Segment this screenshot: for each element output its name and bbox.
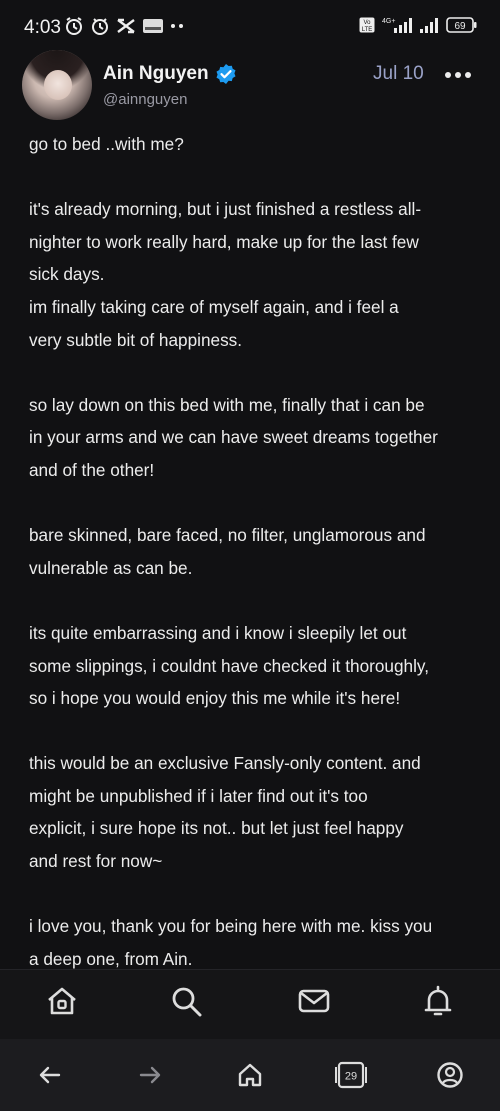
battery-icon: 69 xyxy=(446,16,478,34)
tab-count: 29 xyxy=(345,1071,357,1083)
clock-icon xyxy=(90,16,110,36)
signal-icon xyxy=(419,16,441,34)
system-nav-bar: 29 xyxy=(0,1039,500,1111)
more-options-icon[interactable] xyxy=(445,72,471,78)
tabs-icon: 29 xyxy=(335,1061,367,1089)
account-icon xyxy=(437,1062,463,1088)
post-text-line: this would be an exclusive Fansly-only c… xyxy=(29,753,421,774)
browser-home-button[interactable] xyxy=(234,1059,266,1091)
svg-text:LTE: LTE xyxy=(362,27,373,33)
status-bar: 4:03 Vo LTE 4G+ 69 xyxy=(0,0,500,50)
status-time: 4:03 xyxy=(24,17,61,38)
author-name[interactable]: Ain Nguyen xyxy=(103,63,209,85)
status-system-icons: Vo LTE 4G+ 69 xyxy=(359,16,478,34)
search-icon xyxy=(172,987,202,1017)
post-text-line: it's already morning, but i just finishe… xyxy=(29,199,422,220)
alarm-icon xyxy=(64,16,84,36)
volte-icon: Vo LTE xyxy=(359,17,375,33)
browser-account-button[interactable] xyxy=(434,1059,466,1091)
post-date: Jul 10 xyxy=(373,63,424,84)
nav-home-button[interactable] xyxy=(44,983,80,1019)
post-text-line: nighter to work really hard, make up for… xyxy=(29,231,419,252)
post-text-line: bare skinned, bare faced, no filter, ung… xyxy=(29,525,426,546)
post-text-line: its quite embarrassing and i know i slee… xyxy=(29,622,407,643)
post-text-line: go to bed ..with me? xyxy=(29,134,184,154)
svg-text:4G+: 4G+ xyxy=(382,18,395,25)
browser-tabs-button[interactable]: 29 xyxy=(334,1059,368,1091)
signal-4g-icon: 4G+ xyxy=(380,16,414,34)
post-text-line: explicit, i sure hope its not.. but let … xyxy=(29,818,404,839)
svg-text:Vo: Vo xyxy=(363,20,371,26)
post-text-line: might be unpublished if i later find out… xyxy=(29,785,368,806)
nav-notifications-button[interactable] xyxy=(420,983,456,1019)
post-text-line: and rest for now~ xyxy=(29,851,163,872)
post-text-line: im finally taking care of myself again, … xyxy=(29,296,399,317)
avatar[interactable] xyxy=(22,50,92,120)
app-notification-icon xyxy=(142,18,164,34)
browser-back-button[interactable] xyxy=(34,1059,66,1091)
back-icon xyxy=(39,1066,61,1084)
status-notification-icons xyxy=(64,16,184,36)
post-text-line: sick days. xyxy=(29,264,105,285)
post-text-line: so i hope you would enjoy this me while … xyxy=(29,688,401,709)
messages-icon xyxy=(298,989,330,1013)
post-text-line: some slippings, i couldnt have checked i… xyxy=(29,655,429,676)
more-notifications-icon xyxy=(170,23,184,29)
battery-level: 69 xyxy=(454,21,466,32)
home-icon xyxy=(48,987,76,1015)
post-text-line: very subtle bit of happiness. xyxy=(29,329,243,350)
post-header: Ain Nguyen @ainnguyen Jul 10 xyxy=(0,50,500,125)
post-text-line: and of the other! xyxy=(29,459,155,480)
post-text-line: in your arms and we can have sweet dream… xyxy=(29,427,438,448)
nav-search-button[interactable] xyxy=(168,983,204,1019)
capcut-icon xyxy=(116,17,136,35)
post-body: go to bed ..with me? it's already morning… xyxy=(29,128,481,975)
nav-messages-button[interactable] xyxy=(296,983,332,1019)
bottom-nav xyxy=(0,969,500,1039)
author-handle[interactable]: @ainnguyen xyxy=(103,91,187,108)
verified-badge-icon xyxy=(215,63,236,84)
browser-forward-button[interactable] xyxy=(134,1059,166,1091)
post-text-line: i love you, thank you for being here wit… xyxy=(29,916,433,937)
home-icon xyxy=(238,1063,262,1087)
notifications-icon xyxy=(424,985,452,1016)
forward-icon xyxy=(139,1066,161,1084)
post-text-line: vulnerable as can be. xyxy=(29,557,193,578)
post-text-line: so lay down on this bed with me, finally… xyxy=(29,394,425,415)
